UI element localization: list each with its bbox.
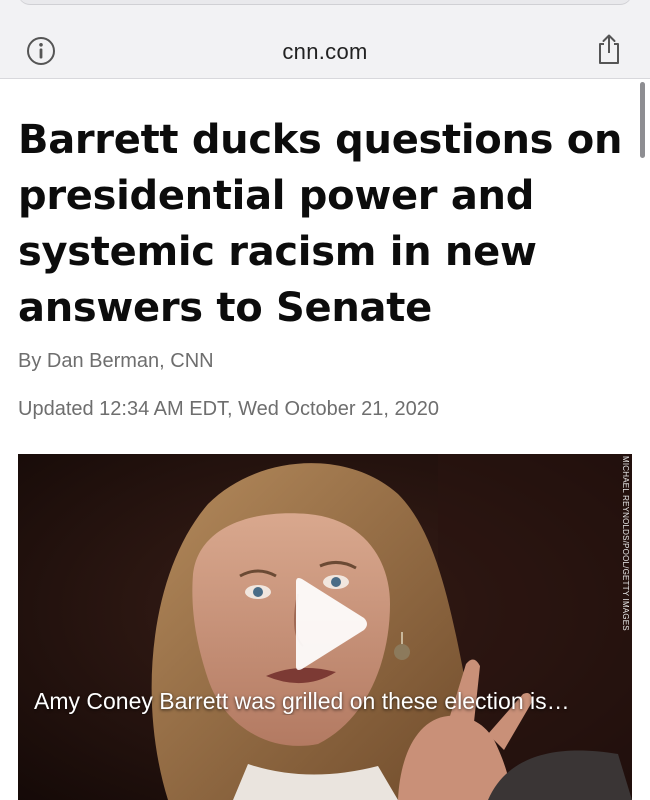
url-bar[interactable]: cnn.com: [0, 39, 650, 65]
article-headline: Barrett ducks questions on presidential …: [18, 117, 623, 331]
browser-toolbar: cnn.com: [0, 0, 650, 79]
photo-credit: MICHAEL REYNOLDS/POOL/GETTY IMAGES: [621, 456, 630, 631]
share-icon[interactable]: [596, 33, 622, 65]
article-byline: By Dan Berman, CNN: [18, 350, 214, 372]
sheet-edge: [18, 0, 632, 4]
video-caption: Amy Coney Barrett was grilled on these e…: [34, 688, 570, 714]
article-timestamp: Updated 12:34 AM EDT, Wed October 21, 20…: [18, 398, 439, 420]
page-scrollbar[interactable]: [640, 82, 645, 158]
play-icon[interactable]: [286, 574, 370, 674]
video-player[interactable]: MICHAEL REYNOLDS/POOL/GETTY IMAGES Amy C…: [18, 454, 632, 800]
